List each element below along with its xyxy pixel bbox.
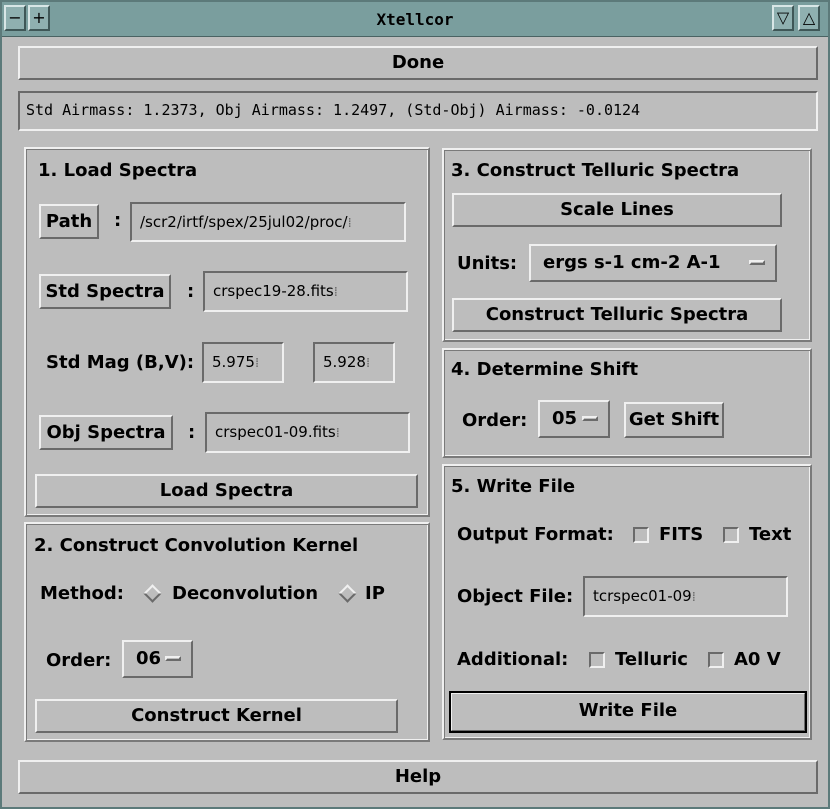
additional-label: Additional: [457, 649, 569, 670]
minimize-icon[interactable]: ▽ [772, 5, 794, 31]
std-spectra-button[interactable]: Std Spectra [39, 274, 171, 309]
path-colon: : [114, 210, 122, 231]
construct-telluric-button[interactable]: Construct Telluric Spectra [452, 298, 782, 332]
scale-lines-button[interactable]: Scale Lines [452, 193, 782, 227]
text-label: Text [749, 524, 792, 545]
write-file-header: 5. Write File [451, 476, 576, 497]
window-title: Xtellcor [376, 10, 454, 29]
kernel-order-menu[interactable]: 06 [122, 640, 193, 678]
obj-spectra-field[interactable]: crspec01-09.fits⁞ [205, 412, 410, 453]
path-button[interactable]: Path [39, 204, 99, 239]
text-checkbox[interactable] [723, 527, 739, 543]
title-bar: − + Xtellcor ▽ △ [2, 2, 828, 37]
menu-indicator-icon [749, 260, 765, 265]
raise-icon[interactable]: △ [798, 5, 820, 31]
construct-kernel-button[interactable]: Construct Kernel [35, 699, 398, 733]
std-mag-b-field[interactable]: 5.975⁞ [202, 342, 284, 383]
menu-indicator-icon [582, 416, 598, 421]
help-button[interactable]: Help [18, 760, 818, 794]
telluric-checkbox[interactable] [589, 652, 605, 668]
obj-spectra-button[interactable]: Obj Spectra [39, 415, 173, 450]
airmass-status: Std Airmass: 1.2373, Obj Airmass: 1.2497… [18, 91, 818, 131]
std-colon: : [187, 281, 195, 302]
write-file-button[interactable]: Write File [449, 691, 807, 733]
load-spectra-header: 1. Load Spectra [38, 160, 198, 181]
shift-order-menu[interactable]: 05 [538, 400, 610, 438]
units-menu[interactable]: ergs s-1 cm-2 A-1 [529, 244, 777, 282]
get-shift-button[interactable]: Get Shift [624, 402, 724, 438]
fits-checkbox[interactable] [633, 527, 649, 543]
a0v-label: A0 V [734, 649, 781, 670]
std-mag-label: Std Mag (B,V): [46, 352, 195, 373]
shift-order-label: Order: [462, 410, 528, 431]
kernel-order-label: Order: [46, 650, 112, 671]
std-spectra-field[interactable]: crspec19-28.fits⁞ [203, 271, 408, 312]
shift-header: 4. Determine Shift [451, 359, 639, 380]
done-button[interactable]: Done [18, 46, 818, 80]
telluric-header: 3. Construct Telluric Spectra [451, 160, 740, 181]
kernel-header: 2. Construct Convolution Kernel [34, 535, 359, 556]
deconvolution-label: Deconvolution [172, 583, 319, 604]
output-format-label: Output Format: [457, 524, 614, 545]
obj-colon: : [188, 422, 196, 443]
path-field[interactable]: /scr2/irtf/spex/25jul02/proc/⁞ [130, 202, 406, 242]
telluric-label: Telluric [615, 649, 688, 670]
method-label: Method: [40, 583, 124, 604]
ip-label: IP [365, 583, 385, 604]
units-label: Units: [457, 253, 518, 274]
std-mag-v-field[interactable]: 5.928⁞ [313, 342, 395, 383]
menu-indicator-icon [165, 656, 181, 661]
object-file-label: Object File: [457, 586, 574, 607]
fits-label: FITS [659, 524, 704, 545]
object-file-field[interactable]: tcrspec01-09⁞ [583, 576, 788, 617]
xtellcor-window: − + Xtellcor ▽ △ Done Std Airmass: 1.237… [0, 0, 830, 809]
load-spectra-button[interactable]: Load Spectra [35, 474, 418, 508]
a0v-checkbox[interactable] [708, 652, 724, 668]
